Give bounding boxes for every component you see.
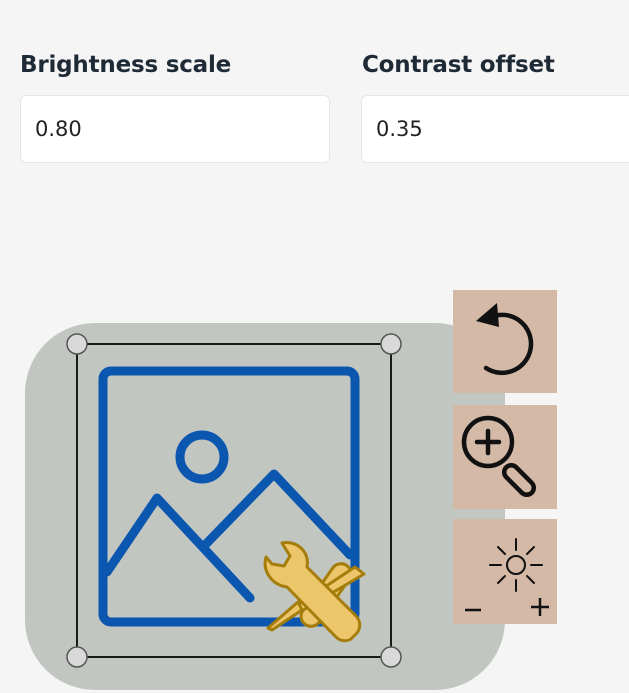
rotate-icon — [476, 303, 534, 376]
zoom-in-button[interactable] — [453, 405, 557, 509]
resize-handle-top-left[interactable] — [66, 333, 88, 355]
resize-handle-top-right[interactable] — [380, 333, 402, 355]
resize-handle-bottom-right[interactable] — [380, 646, 402, 668]
brightness-button[interactable] — [453, 519, 557, 624]
image-editor-panel: Brightness scale Contrast offset — [0, 0, 629, 693]
rotate-button[interactable] — [453, 290, 557, 393]
zoom-in-icon — [461, 415, 537, 498]
brightness-adjust-icon — [465, 538, 549, 616]
resize-handle-bottom-left[interactable] — [66, 646, 88, 668]
